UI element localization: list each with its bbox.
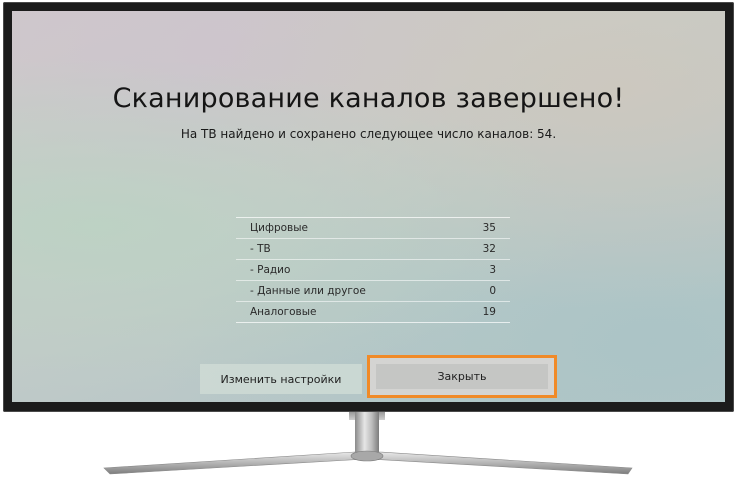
stat-row-digital: Цифровые 35 [236, 217, 510, 238]
tv-stand-left-leg [103, 451, 367, 475]
stat-value: 0 [489, 285, 496, 297]
stat-row-radio: - Радио 3 [236, 259, 510, 280]
stat-label: - Радио [250, 264, 291, 276]
scan-summary-text: На ТВ найдено и сохранено следующее числ… [180, 127, 557, 141]
stat-value: 32 [482, 243, 496, 255]
stats-divider [236, 322, 510, 323]
stat-row-tv: - ТВ 32 [236, 238, 510, 259]
stat-value: 35 [482, 222, 496, 234]
stat-label: Цифровые [250, 222, 308, 234]
stat-row-data-other: - Данные или другое 0 [236, 280, 510, 301]
tv-stand-neck [355, 412, 379, 460]
tv-screen: Сканирование каналов завершено! На ТВ на… [12, 11, 725, 402]
stat-value: 19 [482, 306, 496, 318]
close-button[interactable]: Закрыть [367, 355, 557, 398]
stat-label: - Данные или другое [250, 285, 366, 297]
stat-label: Аналоговые [250, 306, 317, 318]
stat-value: 3 [489, 264, 496, 276]
stat-row-analog: Аналоговые 19 [236, 301, 510, 322]
tv-stand-right-leg [369, 451, 633, 475]
channel-stats-table: Цифровые 35 - ТВ 32 - Радио 3 - Данные и… [236, 217, 510, 323]
stat-label: - ТВ [250, 243, 271, 255]
page-title: Сканирование каналов завершено! [112, 83, 625, 114]
tv-bezel: Сканирование каналов завершено! На ТВ на… [3, 2, 734, 412]
change-settings-button[interactable]: Изменить настройки [200, 364, 362, 394]
